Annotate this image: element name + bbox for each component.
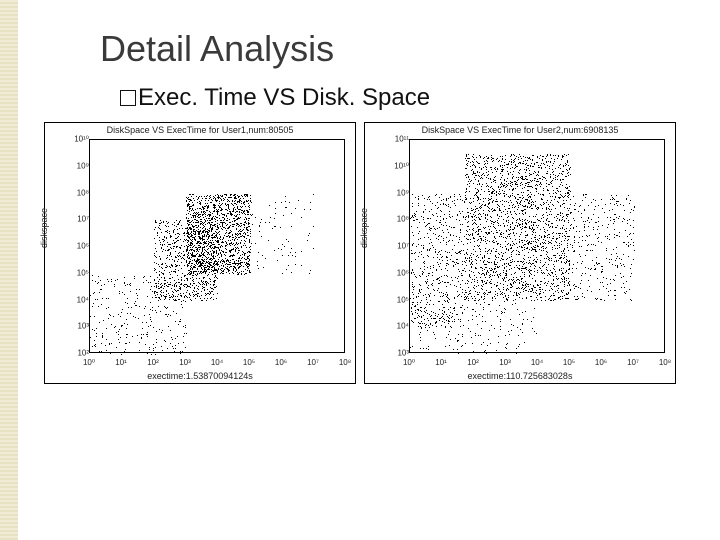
y-tick: 10¹¹ (365, 135, 411, 144)
chart-title: DiskSpace VS ExecTime for User1,num:8050… (45, 125, 355, 135)
y-tick: 10³ (365, 349, 411, 358)
x-tick: 10⁸ (339, 358, 351, 367)
x-tick: 10⁴ (531, 358, 543, 367)
bullet-line: Exec. Time VS Disk. Space (120, 84, 720, 112)
x-tick: 10⁰ (83, 358, 95, 367)
x-axis-label: exectime:1.53870094124s (45, 371, 355, 381)
plot-area (409, 139, 665, 353)
y-tick: 10⁸ (45, 188, 91, 197)
y-tick: 10⁸ (365, 215, 411, 224)
y-tick: 10⁹ (365, 188, 411, 197)
chart-user2: DiskSpace VS ExecTime for User2,num:6908… (364, 122, 676, 384)
x-tick: 10⁴ (211, 358, 223, 367)
x-tick: 10⁷ (627, 358, 639, 367)
y-tick: 10⁶ (365, 268, 411, 277)
y-tick: 10⁴ (45, 295, 91, 304)
chart-title: DiskSpace VS ExecTime for User2,num:6908… (365, 125, 675, 135)
y-tick: 10¹⁰ (45, 135, 91, 144)
y-tick: 10² (45, 349, 91, 358)
y-tick: 10³ (45, 322, 91, 331)
x-tick: 10⁸ (659, 358, 671, 367)
x-axis-label: exectime:110.725683028s (365, 371, 675, 381)
bullet-box-icon (120, 90, 136, 106)
x-tick: 10⁶ (275, 358, 287, 367)
bullet-text: Exec. Time VS Disk. Space (138, 84, 430, 111)
y-tick: 10¹⁰ (365, 161, 411, 170)
charts-row: DiskSpace VS ExecTime for User1,num:8050… (44, 122, 720, 384)
y-tick: 10⁶ (45, 242, 91, 251)
page-title: Detail Analysis (100, 28, 720, 70)
x-tick: 10⁷ (307, 358, 319, 367)
y-tick: 10⁵ (45, 268, 91, 277)
x-tick: 10⁵ (563, 358, 575, 367)
x-tick: 10³ (179, 358, 191, 367)
chart-user1: DiskSpace VS ExecTime for User1,num:8050… (44, 122, 356, 384)
y-tick: 10⁹ (45, 161, 91, 170)
x-tick: 10¹ (115, 358, 127, 367)
y-tick: 10⁵ (365, 295, 411, 304)
plot-area (89, 139, 345, 353)
y-tick: 10⁴ (365, 322, 411, 331)
y-tick: 10⁷ (365, 242, 411, 251)
x-tick: 10² (467, 358, 479, 367)
x-tick: 10¹ (435, 358, 447, 367)
x-tick: 10⁶ (595, 358, 607, 367)
x-tick: 10³ (499, 358, 511, 367)
slide: Detail Analysis Exec. Time VS Disk. Spac… (0, 0, 720, 384)
x-tick: 10⁵ (243, 358, 255, 367)
x-tick: 10² (147, 358, 159, 367)
x-tick: 10⁰ (403, 358, 415, 367)
y-tick: 10⁷ (45, 215, 91, 224)
